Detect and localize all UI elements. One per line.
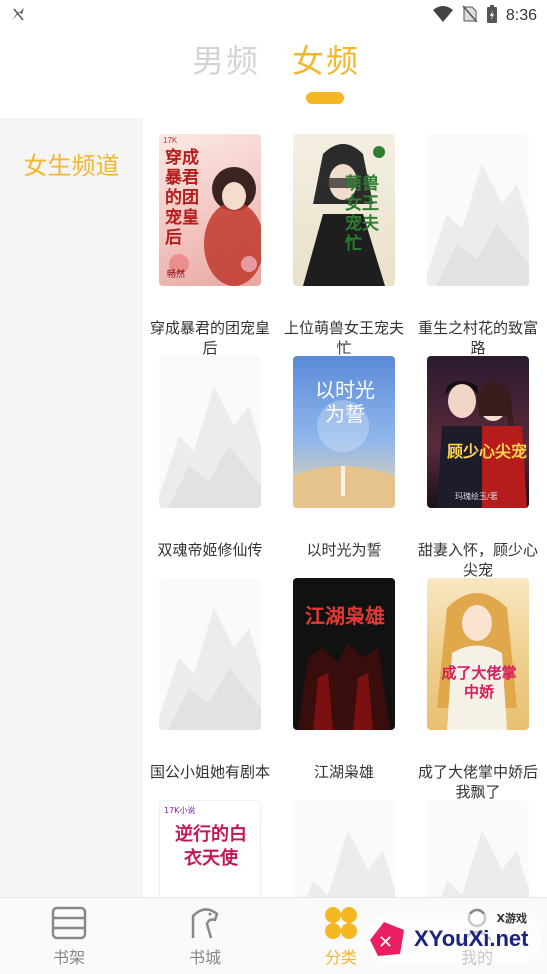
book-card[interactable]: 江湖枭雄 江湖枭雄 [277,578,411,788]
cover-title: 江湖枭雄 [305,604,385,628]
nav-item-bookshelf[interactable]: 书架 [24,904,114,968]
book-cover[interactable]: 以时光为誓 [293,356,395,508]
book-title[interactable]: 重生之村花的致富路 [413,318,543,358]
cover-title: 逆行的白衣天使 [175,824,247,869]
book-cover-placeholder[interactable] [159,356,261,508]
book-cover[interactable]: 成了大佬掌中娇 [427,578,529,730]
watermark-text: XYouXi.net [414,926,529,951]
cover-title: 穿成暴君的团宠皇后 [165,148,199,248]
cover-title: 顾少心尖宠 [447,442,528,461]
book-card[interactable]: 17K小说 逆行的白衣天使 [143,800,277,898]
status-time: 8:36 [505,7,537,24]
nav-item-bookstore[interactable]: 书城 [160,904,250,968]
book-title[interactable]: 成了大佬掌中娇后我飘了 [413,762,543,802]
tab-active-indicator [306,92,344,104]
book-card[interactable]: 成了大佬掌中娇 成了大佬掌中娇后我飘了 [411,578,545,801]
book-cover[interactable]: 17K 穿成暴君的团宠皇后 畅然 [159,134,261,286]
no-sim-icon [462,5,478,27]
nav-label: 书城 [188,948,221,967]
book-title[interactable]: 甜妻入怀，顾少心尖宠 [413,540,543,580]
book-cover[interactable]: 17K小说 逆行的白衣天使 [159,800,261,898]
cover-author: 玛瑰绘玉/著 [455,492,498,501]
watermark: ✕ X游戏 XYouXi.net [366,908,541,966]
book-cover-placeholder[interactable] [427,800,529,898]
book-card[interactable]: 萌兽女王宠夫忙 上位萌兽女王宠夫忙 [277,134,411,357]
book-grid: 17K 穿成暴君的团宠皇后 畅然 穿成暴君的团宠皇后 萌兽女王宠夫忙 上位萌兽女… [143,118,547,898]
tab-female[interactable]: 女频 [292,36,360,82]
book-title[interactable]: 双魂帝姬修仙传 [145,540,275,560]
book-cover-placeholder[interactable] [159,578,261,730]
book-card[interactable] [411,800,545,898]
nav-label: 书架 [52,948,85,967]
cover-badge: 17K [163,136,178,145]
book-title[interactable]: 以时光为誓 [279,540,409,560]
notification-icon [10,6,26,26]
cover-badge: 17K小说 [164,806,196,815]
book-title[interactable]: 江湖枭雄 [279,762,409,782]
cover-title: 萌兽女王宠夫忙 [345,174,379,254]
book-cover[interactable]: 顾少心尖宠 玛瑰绘玉/著 [427,356,529,508]
gender-tabs: 男频 女频 [0,36,547,118]
book-card[interactable]: 17K 穿成暴君的团宠皇后 畅然 穿成暴君的团宠皇后 [143,134,277,357]
book-cover[interactable]: 江湖枭雄 [293,578,395,730]
cover-title: 以时光为誓 [315,378,375,426]
sidebar-item-female-channel[interactable]: 女生频道 [0,146,143,181]
book-title[interactable]: 上位萌兽女王宠夫忙 [279,318,409,358]
book-card[interactable]: 国公小姐她有剧本 [143,578,277,788]
book-card[interactable]: 顾少心尖宠 玛瑰绘玉/著 甜妻入怀，顾少心尖宠 [411,356,545,579]
category-sidebar: 女生频道 [0,118,143,898]
tab-male[interactable]: 男频 [192,36,260,82]
book-title[interactable]: 穿成暴君的团宠皇后 [145,318,275,358]
battery-icon [486,4,498,28]
book-cover-placeholder[interactable] [427,134,529,286]
category-icon [321,904,361,942]
bookshelf-icon [49,904,89,942]
book-cover-placeholder[interactable] [293,800,395,898]
status-bar: 8:36 [0,0,547,30]
book-card[interactable] [277,800,411,898]
book-card[interactable]: 双魂帝姬修仙传 [143,356,277,566]
svg-text:✕: ✕ [378,932,393,953]
book-cover[interactable]: 萌兽女王宠夫忙 [293,134,395,286]
wifi-icon [432,5,454,27]
cover-title: 成了大佬掌中娇 [441,664,517,701]
book-card[interactable]: 以时光为誓 以时光为誓 [277,356,411,566]
book-card[interactable]: 重生之村花的致富路 [411,134,545,357]
bookstore-icon [185,904,225,942]
watermark-sub: X游戏 [496,912,527,925]
cover-author: 畅然 [167,270,186,280]
book-title[interactable]: 国公小姐她有剧本 [145,762,275,782]
